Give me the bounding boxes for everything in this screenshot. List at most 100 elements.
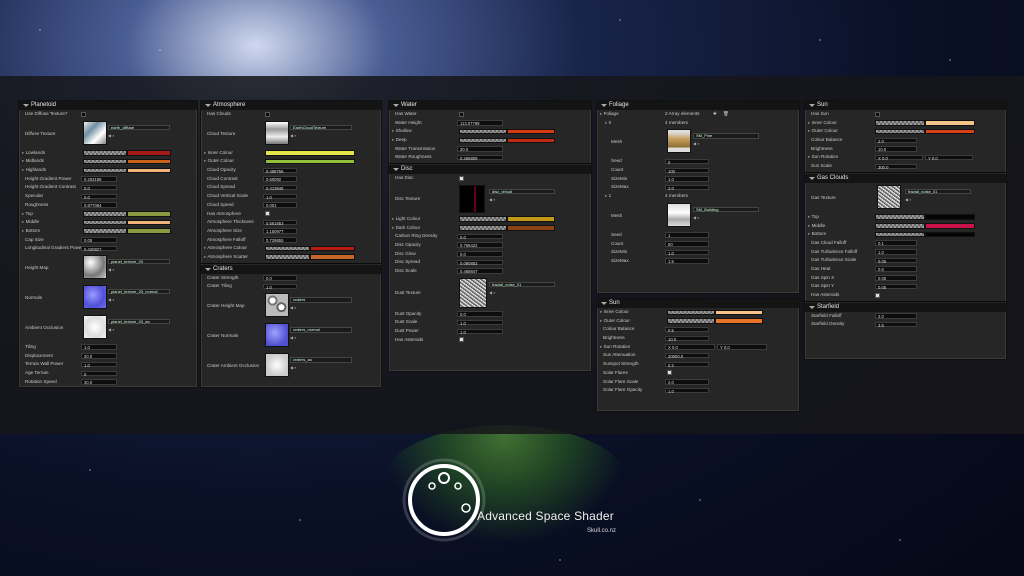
has-clouds-checkbox[interactable] (265, 111, 270, 117)
number-field[interactable]: 0 (81, 370, 117, 376)
outer-color[interactable] (265, 158, 355, 165)
number-field[interactable]: 0.263186 (81, 176, 117, 182)
outer-color[interactable] (715, 318, 763, 324)
texture-thumbnail[interactable] (83, 120, 107, 145)
deep-color[interactable] (507, 137, 555, 144)
texture-thumbnail[interactable] (265, 293, 289, 317)
highlands-color[interactable] (127, 167, 171, 174)
number-field[interactable]: 1.0 (875, 249, 917, 255)
middle-color[interactable] (925, 223, 975, 229)
texture-thumbnail[interactable] (265, 120, 289, 145)
solar-flares-checkbox[interactable] (667, 370, 672, 376)
color-swatch[interactable] (459, 225, 507, 231)
number-field[interactable]: 1 (665, 232, 709, 238)
number-field[interactable]: 0.05 (875, 275, 917, 281)
number-field[interactable]: 30.0 (81, 379, 117, 385)
number-field[interactable]: 1.0 (665, 249, 709, 255)
number-field[interactable]: 0.05 (875, 257, 917, 264)
lowlands-color[interactable] (127, 150, 171, 156)
number-field[interactable]: 0.877064 (81, 202, 117, 208)
panel-header[interactable]: Atmosphere (201, 101, 381, 110)
delete-icon[interactable]: 🗑 (723, 110, 729, 119)
color-swatch[interactable] (875, 128, 925, 135)
texture-thumbnail[interactable] (459, 277, 487, 308)
number-field[interactable]: 10.0 (665, 335, 709, 341)
number-field[interactable]: 2.0 (665, 184, 709, 191)
texture-thumbnail[interactable] (83, 314, 107, 339)
number-field[interactable]: 1.0 (457, 319, 503, 326)
panel-header[interactable]: Planetoid (19, 101, 197, 110)
has-water-checkbox[interactable] (459, 111, 464, 117)
top-color[interactable] (127, 211, 171, 217)
bottom-color[interactable] (925, 231, 975, 238)
panel-header[interactable]: Disc (389, 165, 591, 175)
color-swatch[interactable] (667, 309, 715, 315)
has-sun-checkbox[interactable] (875, 111, 880, 117)
number-field[interactable]: 50 (665, 241, 709, 247)
panel-header[interactable]: Foliage (597, 101, 799, 110)
number-field[interactable]: 0.420827 (81, 245, 117, 252)
browse-icon[interactable]: ◀ ⌕ (108, 297, 196, 302)
number-field[interactable]: 0.001 (263, 202, 297, 208)
asset-dropdown[interactable]: SM_Building (693, 206, 759, 213)
asset-dropdown[interactable]: craters (290, 297, 352, 303)
midlands-color[interactable] (127, 158, 171, 165)
has-atmosphere-checkbox[interactable] (265, 211, 270, 216)
number-field[interactable]: 0.05 (875, 283, 917, 290)
color-swatch[interactable] (83, 150, 127, 156)
number-field[interactable]: 0.5 (665, 326, 709, 333)
number-field[interactable]: 20.0 (81, 353, 117, 359)
color-swatch[interactable] (83, 158, 127, 165)
mesh-thumbnail[interactable] (667, 129, 691, 154)
has-disc-checkbox[interactable] (459, 175, 464, 181)
rotation-y-field[interactable]: Y 0.0 (925, 154, 973, 161)
outer-color[interactable] (925, 128, 975, 135)
number-field[interactable]: 0.60092 (263, 176, 297, 182)
texture-thumbnail[interactable] (83, 254, 107, 279)
number-field[interactable]: 1.0 (81, 361, 117, 368)
has-asteroids-checkbox[interactable] (459, 337, 464, 343)
number-field[interactable]: 0.468847 (457, 268, 503, 274)
color-swatch[interactable] (459, 128, 507, 135)
browse-icon[interactable]: ◀ ⌕ (489, 197, 590, 202)
color-swatch[interactable] (875, 223, 925, 229)
bottom-color[interactable] (127, 228, 171, 234)
number-field[interactable]: 10.0 (875, 146, 917, 152)
inner-color[interactable] (925, 120, 975, 126)
color-swatch[interactable] (459, 137, 507, 144)
asset-dropdown[interactable]: planet_texture_03_normal (108, 288, 170, 295)
color-swatch[interactable] (875, 120, 925, 126)
number-field[interactable]: 2.0 (665, 379, 709, 385)
asset-dropdown[interactable]: planet_texture_03 (108, 258, 170, 265)
use-diffuse-checkbox[interactable] (81, 111, 86, 117)
inner-color[interactable] (265, 150, 355, 156)
number-field[interactable]: 2.0 (875, 313, 917, 319)
light-color[interactable] (507, 216, 555, 222)
browse-icon[interactable]: ◀ ⌕ (693, 141, 798, 146)
texture-thumbnail[interactable] (459, 184, 485, 213)
number-field[interactable]: 1.0 (457, 328, 503, 334)
browse-icon[interactable]: ◀ ⌕ (489, 290, 590, 295)
number-field[interactable]: 100 (665, 167, 709, 173)
number-field[interactable]: 0.729855 (263, 237, 297, 243)
texture-thumbnail[interactable] (83, 284, 107, 309)
panel-header[interactable]: Starfield (805, 302, 1006, 312)
color-swatch[interactable] (83, 167, 127, 174)
panel-header[interactable]: Water (389, 101, 591, 110)
browse-icon[interactable]: ◀ ⌕ (905, 197, 1005, 202)
color-swatch[interactable] (265, 254, 310, 260)
number-field[interactable]: 0.266809 (457, 154, 503, 161)
number-field[interactable]: 0.0 (263, 275, 297, 281)
browse-icon[interactable]: ◀ ⌕ (290, 365, 380, 370)
color-swatch[interactable] (459, 216, 507, 222)
has-asteroids-checkbox[interactable] (875, 292, 880, 298)
panel-header[interactable]: Sun (805, 101, 1006, 110)
inner-color[interactable] (715, 309, 763, 315)
number-field[interactable]: 0.1 (875, 240, 917, 246)
number-field[interactable]: 0.413846 (263, 184, 297, 191)
rotation-y-field[interactable]: Y 0.0 (717, 344, 767, 350)
panel-header[interactable]: Craters (201, 264, 381, 274)
rotation-x-field[interactable]: X 0.0 (665, 344, 715, 350)
number-field[interactable]: 20000.0 (665, 352, 709, 359)
number-field[interactable]: 2.0 (875, 137, 917, 143)
